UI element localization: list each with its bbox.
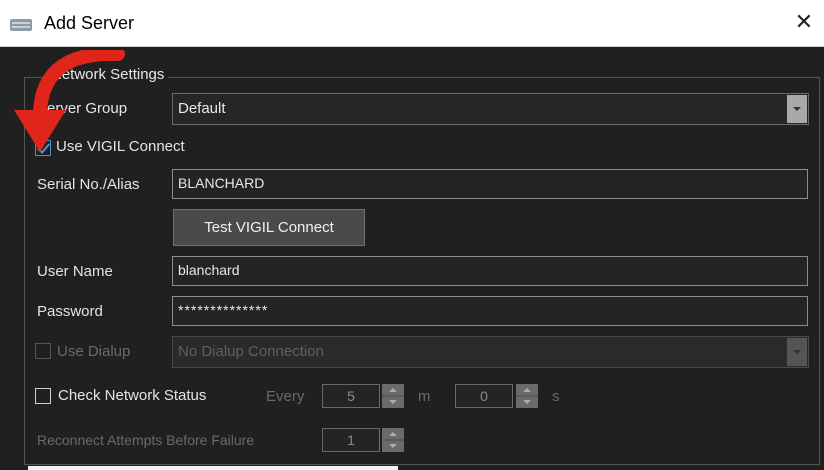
- close-icon[interactable]: ✕: [790, 8, 818, 36]
- password-label: Password: [37, 303, 103, 320]
- bottom-edge: [28, 466, 398, 470]
- serial-label: Serial No./Alias: [37, 176, 140, 193]
- check-network-status-checkbox[interactable]: [35, 388, 51, 404]
- dialup-select[interactable]: No Dialup Connection: [172, 336, 809, 368]
- chevron-up-icon[interactable]: [382, 428, 404, 439]
- use-vigil-connect-label: Use VIGIL Connect: [56, 138, 185, 155]
- minutes-stepper[interactable]: [382, 384, 404, 408]
- chevron-down-icon[interactable]: [787, 338, 807, 366]
- use-vigil-connect-checkbox[interactable]: [35, 140, 51, 156]
- seconds-unit: s: [552, 388, 560, 405]
- check-network-status-label: Check Network Status: [58, 387, 207, 404]
- minutes-spinbox[interactable]: 5: [322, 384, 380, 408]
- use-dialup-label: Use Dialup: [57, 343, 131, 360]
- user-name-label: User Name: [37, 263, 113, 280]
- password-input[interactable]: **************: [172, 296, 808, 326]
- window-title: Add Server: [44, 13, 135, 33]
- reconnect-label: Reconnect Attempts Before Failure: [37, 432, 255, 448]
- dialup-value: No Dialup Connection: [178, 343, 324, 360]
- chevron-up-icon[interactable]: [516, 384, 538, 395]
- server-icon: [10, 19, 32, 31]
- server-group-value: Default: [178, 100, 226, 117]
- chevron-down-icon[interactable]: [516, 397, 538, 408]
- minutes-unit: m: [418, 388, 431, 405]
- user-name-input[interactable]: blanchard: [172, 256, 808, 286]
- use-dialup-checkbox[interactable]: [35, 343, 51, 359]
- seconds-stepper[interactable]: [516, 384, 538, 408]
- chevron-down-icon[interactable]: [787, 95, 807, 123]
- group-legend: Network Settings: [47, 66, 169, 83]
- title-bar: Add Server ✕: [0, 0, 824, 47]
- chevron-down-icon[interactable]: [382, 397, 404, 408]
- serial-input[interactable]: BLANCHARD: [172, 169, 808, 199]
- chevron-up-icon[interactable]: [382, 384, 404, 395]
- chevron-down-icon[interactable]: [382, 441, 404, 452]
- test-vigil-connect-button[interactable]: Test VIGIL Connect: [173, 209, 365, 246]
- seconds-spinbox[interactable]: 0: [455, 384, 513, 408]
- reconnect-stepper[interactable]: [382, 428, 404, 452]
- server-group-label: Server Group: [37, 100, 128, 117]
- reconnect-spinbox[interactable]: 1: [322, 428, 380, 452]
- every-label: Every: [266, 388, 305, 405]
- server-group-select[interactable]: Default: [172, 93, 809, 125]
